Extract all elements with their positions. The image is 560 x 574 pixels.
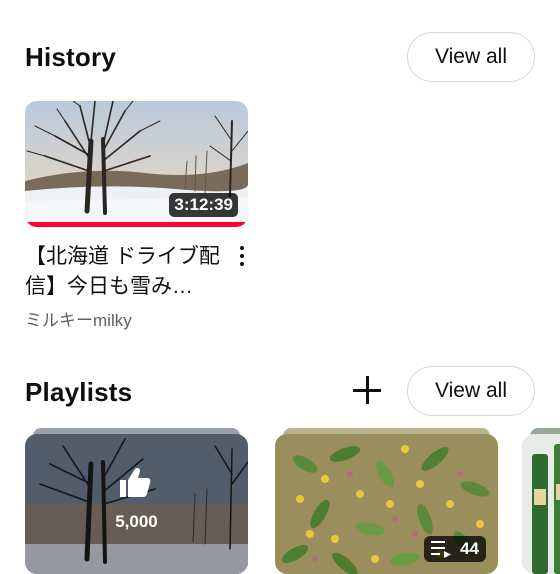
playlists-view-all-button[interactable]: View all (407, 366, 535, 416)
history-heading: History (25, 42, 116, 72)
playlist-icon (431, 541, 452, 558)
thumbs-up-icon (120, 467, 151, 497)
playlist-card-partial[interactable] (522, 434, 560, 574)
watch-progress-fill (25, 222, 248, 227)
watch-progress-bar (25, 222, 248, 227)
video-duration-badge: 3:12:39 (169, 193, 238, 217)
history-video-thumbnail[interactable]: 3:12:39 (25, 101, 248, 227)
history-view-all-button[interactable]: View all (407, 32, 535, 82)
playlist-video-count: 44 (460, 539, 479, 558)
playlist-video-count-badge: 44 (424, 536, 486, 562)
playlist-card[interactable]: 44 (275, 434, 498, 574)
plus-icon[interactable] (350, 373, 384, 407)
more-options-icon[interactable] (236, 246, 248, 268)
bottles-thumbnail-image (522, 434, 560, 574)
liked-videos-playlist-card[interactable]: 5,000 (25, 434, 248, 574)
liked-videos-count: 5,000 (115, 512, 158, 531)
liked-videos-thumbnail-image (25, 434, 248, 574)
playlists-heading: Playlists (25, 377, 133, 407)
history-video-title[interactable]: 【北海道 ドライブ配信】今日も雪み… (25, 242, 220, 302)
history-video-channel[interactable]: ミルキーmilky (25, 306, 132, 331)
